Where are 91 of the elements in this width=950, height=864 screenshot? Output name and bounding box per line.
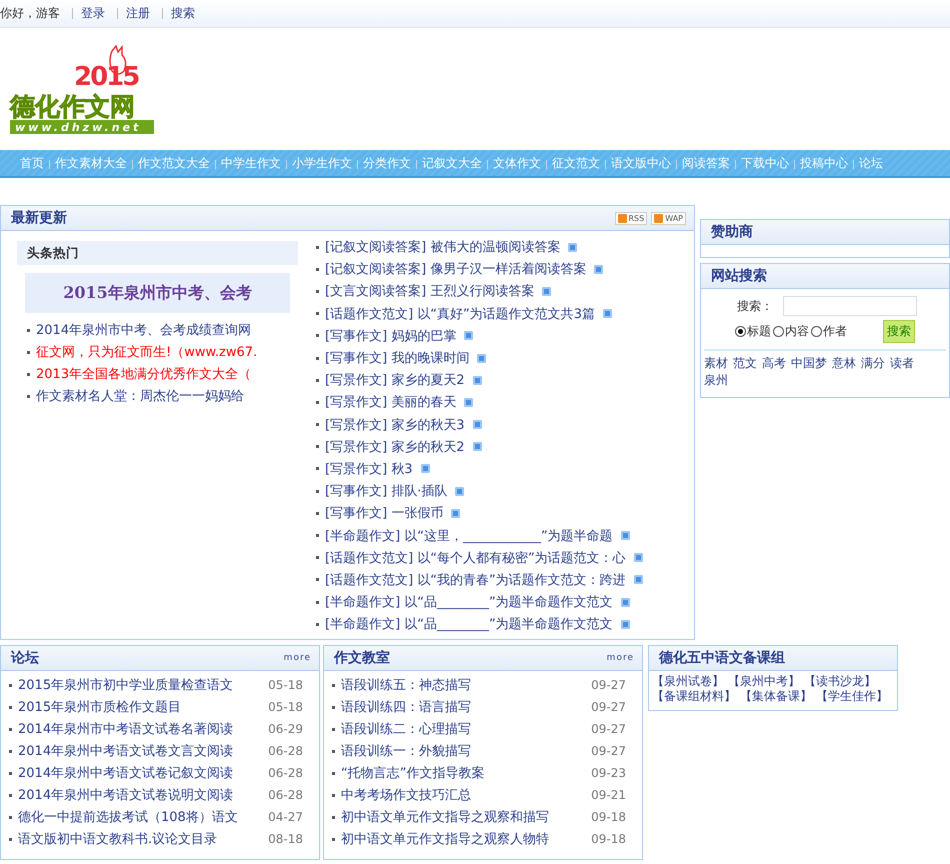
date-text: 09-23 xyxy=(591,766,626,780)
date-text: 04-27 xyxy=(268,810,303,824)
date-text: 09-27 xyxy=(591,722,626,736)
panel-title: 作文教室 xyxy=(334,649,390,667)
article-link[interactable]: [写景作文] 家乡的秋天2 xyxy=(325,438,465,456)
article-link[interactable]: [写事作文] 我的晚课时间 xyxy=(325,349,470,368)
date-text: 05-18 xyxy=(268,678,303,692)
date-text: 05-18 xyxy=(268,700,303,714)
date-text: 06-28 xyxy=(268,766,303,780)
article-link[interactable]: 语段训练四：语言描写 xyxy=(341,698,471,716)
more-link[interactable]: more xyxy=(606,653,634,663)
top-link[interactable]: 登录 xyxy=(81,5,105,22)
article-link[interactable]: 初中语文单元作文指导之观察人物特 xyxy=(341,830,549,848)
panel-title: 最新更新 xyxy=(11,209,67,227)
radio-option[interactable]: 标题 xyxy=(735,323,771,340)
article-link[interactable]: [写景作文] 家乡的夏天2 xyxy=(325,371,465,390)
group-link[interactable]: 【读书沙龙】 xyxy=(804,674,876,689)
article-link[interactable]: 2015年泉州市质检作文题目 xyxy=(18,698,182,716)
group-link[interactable]: 【备课组材料】 xyxy=(652,689,736,704)
article-link[interactable]: [话题作文范文] 以“真好”为话题作文范文共3篇 xyxy=(325,304,596,323)
keyword-link[interactable]: 范文 xyxy=(733,355,757,372)
article-link[interactable]: [半命题作文] 以“品________”为题半命题作文范文 xyxy=(325,615,613,634)
date-text: 09-18 xyxy=(591,810,626,824)
article-link[interactable]: 初中语文单元作文指导之观察和描写 xyxy=(341,808,549,826)
article-link[interactable]: 语段训练二：心理描写 xyxy=(341,720,471,738)
article-link[interactable]: 2014年泉州市中考语文试卷名著阅读 xyxy=(18,720,234,738)
article-link[interactable]: [写景作文] 秋3 xyxy=(325,460,413,478)
group-link[interactable]: 【泉州试卷】 xyxy=(652,674,724,689)
date-text: 06-29 xyxy=(268,722,303,736)
article-link[interactable]: [话题作文范文] 以“我的青春”为话题作文范文：跨进 xyxy=(325,570,626,589)
section-header: 头条热门 xyxy=(17,241,298,265)
headline-link[interactable]: 2014年泉州市中考、会考成绩查询网 xyxy=(36,321,252,339)
keyword-link[interactable]: 读者 xyxy=(890,355,914,372)
headline-banner[interactable]: 2015年泉州市中考、会考 xyxy=(25,273,290,313)
feed-badge[interactable]: WAP xyxy=(651,212,686,224)
more-link[interactable]: more xyxy=(284,653,311,663)
article-link[interactable]: [文言文阅读答案] 王烈义行阅读答案 xyxy=(325,282,534,300)
keyword-link[interactable]: 素材 xyxy=(704,355,728,372)
article-link[interactable]: 2014年泉州中考语文试卷记叙文阅读 xyxy=(18,764,234,782)
article-link[interactable]: 2014年泉州中考语文试卷文言文阅读 xyxy=(18,742,234,760)
article-link[interactable]: [写景作文] 家乡的秋天3 xyxy=(325,416,465,434)
search-field[interactable] xyxy=(783,296,917,316)
article-link[interactable]: 2014年泉州中考语文试卷说明文阅读 xyxy=(18,786,234,804)
date-text: 09-27 xyxy=(591,700,626,714)
keyword-link[interactable]: 泉州 xyxy=(704,372,728,389)
panel-title: 论坛 xyxy=(11,649,39,667)
search-label: 搜索： xyxy=(737,298,773,314)
group-link[interactable]: 【学生佳作】 xyxy=(816,689,888,704)
top-link[interactable]: 搜索 xyxy=(171,5,195,22)
date-text: 09-18 xyxy=(591,832,626,846)
article-link[interactable]: “托物言志”作文指导教案 xyxy=(341,764,484,782)
panel-title: 网站搜索 xyxy=(711,267,767,285)
group-link[interactable]: 【泉州中考】 xyxy=(728,674,800,689)
panel-title: 赞助商 xyxy=(711,223,753,241)
top-link[interactable]: 注册 xyxy=(126,5,150,22)
date-text: 08-18 xyxy=(268,832,303,846)
greeting-text: 你好，游客 xyxy=(0,5,60,22)
radio-option[interactable]: 作者 xyxy=(811,323,847,340)
article-link[interactable]: [话题作文范文] 以“每个人都有秘密”为话题范文：心 xyxy=(325,548,626,567)
keyword-link[interactable]: 中国梦 xyxy=(791,355,827,372)
headline-link[interactable]: 征文网，只为征文而生!（www.zw67. xyxy=(36,343,258,361)
keyword-link[interactable]: 意林 xyxy=(832,355,856,372)
article-link[interactable]: 语段训练一：外貌描写 xyxy=(341,742,471,760)
article-link[interactable]: [记叙文阅读答案] 被伟大的温顿阅读答案 xyxy=(325,238,560,256)
date-text: 09-27 xyxy=(591,678,626,692)
article-link[interactable]: [写事作文] 一张假币 xyxy=(325,504,444,522)
date-text: 06-28 xyxy=(268,788,303,802)
panel-title: 德化五中语文备课组 xyxy=(659,649,785,667)
group-link[interactable]: 【集体备课】 xyxy=(740,689,812,704)
date-text: 06-28 xyxy=(268,744,303,758)
headline-link[interactable]: 作文素材名人堂：周杰伦一一妈妈给 xyxy=(36,387,244,405)
article-link[interactable]: 语段训练五：神态描写 xyxy=(341,676,471,694)
article-link[interactable]: [写景作文] 美丽的春天 xyxy=(325,393,456,412)
article-link[interactable]: 中考考场作文技巧汇总 xyxy=(341,786,471,804)
date-text: 09-21 xyxy=(591,788,626,802)
article-link[interactable]: [半命题作文] 以“这里，____________”为题半命题 xyxy=(325,526,613,545)
article-link[interactable]: 2015年泉州市初中学业质量检查语文 xyxy=(18,676,234,694)
article-link[interactable]: 语文版初中语文教科书.议论文目录 xyxy=(18,830,218,848)
radio-option[interactable]: 内容 xyxy=(773,323,809,340)
date-text: 09-27 xyxy=(591,744,626,758)
keyword-link[interactable]: 高考 xyxy=(762,355,786,372)
keyword-link[interactable]: 满分 xyxy=(861,355,885,372)
article-link[interactable]: [写事作文] 排队·插队 xyxy=(325,482,448,500)
article-link[interactable]: [写事作文] 妈妈的巴掌 xyxy=(325,326,456,345)
article-link[interactable]: [记叙文阅读答案] 像男子汉一样活着阅读答案 xyxy=(325,260,586,278)
article-link[interactable]: [半命题作文] 以“品________”为题半命题作文范文 xyxy=(325,593,613,612)
site-logo[interactable]: 2015 德化作文网 www.dhzw.net xyxy=(6,45,156,137)
feed-badge[interactable]: RSS xyxy=(614,212,648,224)
article-link[interactable]: 德化一中提前选拔考试（108将）语文 xyxy=(18,808,238,826)
headline-link[interactable]: 2013年全国各地满分优秀作文大全（ xyxy=(36,365,252,383)
search-button[interactable]: 搜索 xyxy=(883,320,915,343)
